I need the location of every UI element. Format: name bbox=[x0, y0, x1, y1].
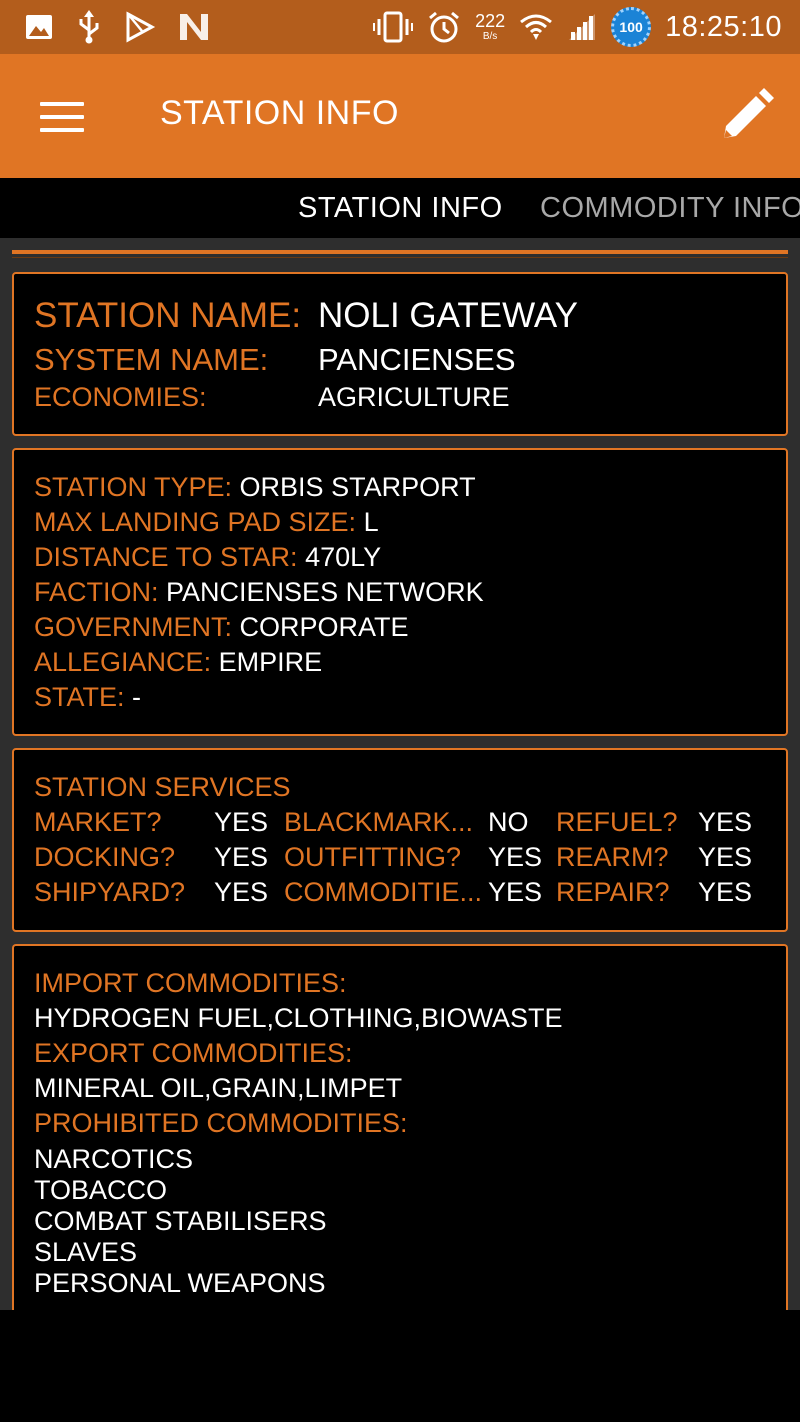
wifi-icon bbox=[520, 14, 553, 40]
market-value: YES bbox=[214, 807, 269, 837]
government-label: GOVERNMENT: bbox=[34, 612, 233, 642]
export-label: EXPORT COMMODITIES: bbox=[34, 1038, 353, 1068]
detail-row: ALLEGIANCE: EMPIRE bbox=[34, 647, 322, 678]
station-details-card: STATION TYPE: ORBIS STARPORT MAX LANDING… bbox=[12, 448, 788, 736]
station-type-value: ORBIS STARPORT bbox=[239, 472, 476, 502]
docking-value: YES bbox=[214, 842, 269, 872]
hamburger-line bbox=[40, 115, 84, 119]
alarm-icon bbox=[429, 11, 460, 43]
refuel-label: REFUEL? bbox=[556, 807, 678, 837]
menu-button[interactable] bbox=[40, 102, 84, 132]
list-item: NARCOTICS bbox=[34, 1144, 194, 1174]
detail-row: STATE: - bbox=[34, 682, 141, 713]
image-icon bbox=[26, 15, 52, 39]
station-name-value: NOLI GATEWAY bbox=[318, 296, 578, 335]
hamburger-icon bbox=[40, 102, 84, 106]
content-area[interactable]: STATION NAME: NOLI GATEWAY SYSTEM NAME: … bbox=[0, 238, 800, 1310]
edit-button[interactable] bbox=[718, 88, 774, 144]
landing-pad-value: L bbox=[363, 507, 379, 537]
shipyard-label: SHIPYARD? bbox=[34, 877, 186, 907]
government-value: CORPORATE bbox=[239, 612, 409, 642]
app-bar: STATION INFO bbox=[0, 54, 800, 178]
battery-icon: 100 bbox=[611, 7, 652, 47]
import-label: IMPORT COMMODITIES: bbox=[34, 968, 347, 998]
station-type-label: STATION TYPE: bbox=[34, 472, 233, 502]
detail-row: GOVERNMENT: CORPORATE bbox=[34, 612, 409, 643]
outfitting-label: OUTFITTING? bbox=[284, 842, 461, 872]
battery-level: 100 bbox=[619, 19, 643, 35]
detail-row: STATION TYPE: ORBIS STARPORT bbox=[34, 472, 476, 503]
system-name-label: SYSTEM NAME: bbox=[34, 342, 269, 377]
pencil-icon bbox=[724, 88, 774, 138]
list-item: COMBAT STABILISERS bbox=[34, 1206, 327, 1236]
prohibited-label: PROHIBITED COMMODITIES: bbox=[34, 1108, 408, 1138]
landing-pad-label: MAX LANDING PAD SIZE: bbox=[34, 507, 357, 537]
blackmarket-value: NO bbox=[488, 807, 529, 837]
rearm-label: REARM? bbox=[556, 842, 669, 872]
tab-commodity-info[interactable]: COMMODITY INFO bbox=[540, 192, 800, 225]
n-app-icon bbox=[180, 14, 208, 40]
page-title: STATION INFO bbox=[160, 94, 399, 132]
economies-value: AGRICULTURE bbox=[318, 382, 510, 412]
allegiance-label: ALLEGIANCE: bbox=[34, 647, 212, 677]
import-value: HYDROGEN FUEL,CLOTHING,BIOWASTE bbox=[34, 1003, 563, 1033]
faction-label: FACTION: bbox=[34, 577, 159, 607]
services-title: STATION SERVICES bbox=[34, 772, 291, 802]
detail-row: DISTANCE TO STAR: 470LY bbox=[34, 542, 381, 573]
tab-bar: STATION INFO COMMODITY INFO bbox=[0, 178, 800, 238]
detail-row: MAX LANDING PAD SIZE: L bbox=[34, 507, 379, 538]
list-item: PERSONAL WEAPONS bbox=[34, 1268, 326, 1298]
export-value: MINERAL OIL,GRAIN,LIMPET bbox=[34, 1073, 403, 1103]
commodities-card: IMPORT COMMODITIES: HYDROGEN FUEL,CLOTHI… bbox=[12, 944, 788, 1310]
state-label: STATE: bbox=[34, 682, 125, 712]
repair-label: REPAIR? bbox=[556, 877, 670, 907]
tab-station-info[interactable]: STATION INFO bbox=[298, 192, 503, 225]
station-identity-card: STATION NAME: NOLI GATEWAY SYSTEM NAME: … bbox=[12, 272, 788, 436]
usb-icon bbox=[79, 10, 99, 44]
signal-icon bbox=[569, 14, 596, 40]
rearm-value: YES bbox=[698, 842, 753, 872]
economies-label: ECONOMIES: bbox=[34, 382, 207, 412]
status-bar: 222 B/s 100 18:25:10 bbox=[0, 0, 800, 54]
distance-value: 470LY bbox=[305, 542, 382, 572]
commodities-service-value: YES bbox=[488, 877, 543, 907]
state-value: - bbox=[132, 682, 142, 712]
list-item: SLAVES bbox=[34, 1237, 138, 1267]
clock: 18:25:10 bbox=[665, 10, 782, 43]
play-store-icon bbox=[126, 11, 156, 43]
network-speed-value: 222 bbox=[475, 11, 506, 31]
detail-row: FACTION: PANCIENSES NETWORK bbox=[34, 577, 484, 608]
list-item: TOBACCO bbox=[34, 1175, 168, 1205]
shipyard-value: YES bbox=[214, 877, 269, 907]
allegiance-value: EMPIRE bbox=[218, 647, 323, 677]
system-name-value: PANCIENSES bbox=[318, 342, 516, 377]
blackmarket-label: BLACKMARK... bbox=[284, 807, 474, 837]
docking-label: DOCKING? bbox=[34, 842, 176, 872]
network-speed-unit: B/s bbox=[482, 31, 498, 42]
faction-value: PANCIENSES NETWORK bbox=[166, 577, 484, 607]
distance-label: DISTANCE TO STAR: bbox=[34, 542, 298, 572]
tab-indicator bbox=[12, 250, 788, 258]
market-label: MARKET? bbox=[34, 807, 162, 837]
hamburger-line bbox=[40, 128, 84, 132]
station-name-label: STATION NAME: bbox=[34, 296, 302, 335]
station-services-card: STATION SERVICES MARKET? YES BLACKMARK..… bbox=[12, 748, 788, 932]
commodities-service-label: COMMODITIE... bbox=[284, 877, 482, 907]
repair-value: YES bbox=[698, 877, 753, 907]
bottom-area bbox=[0, 1310, 800, 1422]
refuel-value: YES bbox=[698, 807, 753, 837]
network-speed: 222 B/s bbox=[475, 12, 505, 42]
outfitting-value: YES bbox=[488, 842, 543, 872]
vibrate-icon bbox=[373, 11, 414, 43]
prohibited-list: NARCOTICS TOBACCO COMBAT STABILISERS SLA… bbox=[34, 1144, 327, 1299]
